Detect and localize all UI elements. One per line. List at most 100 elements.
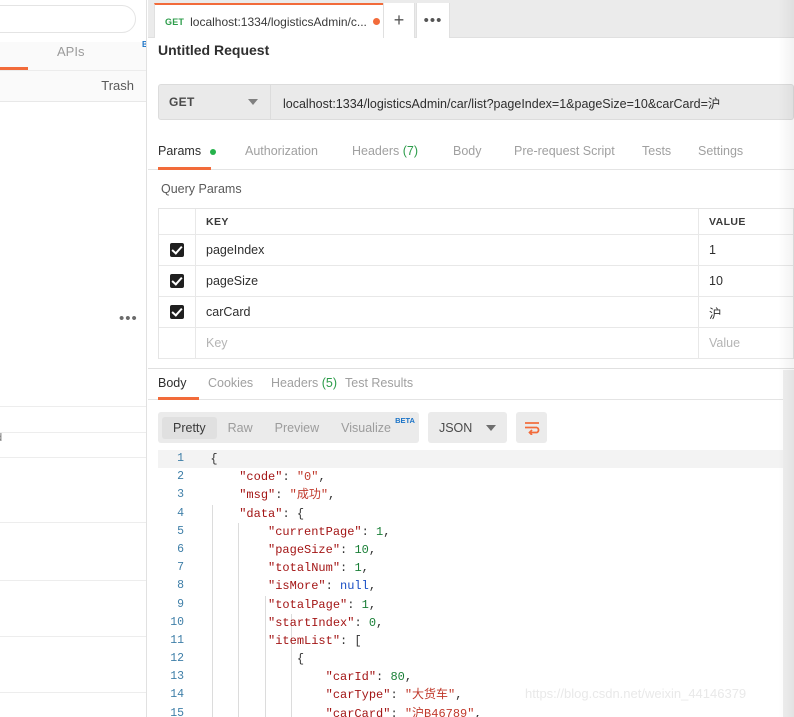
view-mode-visualize[interactable]: Visualize BETA	[330, 416, 415, 439]
json-token-key: "totalNum"	[268, 561, 341, 576]
response-tab-headers[interactable]: Headers (5)	[271, 376, 337, 390]
table-row[interactable]: carCard 沪	[159, 297, 793, 328]
postman-window: s APIs BETA Trash ••• d	[0, 0, 794, 717]
tab-body[interactable]: Body	[453, 144, 482, 158]
response-tab-body[interactable]: Body	[158, 376, 187, 390]
response-tab-test-results[interactable]: Test Results	[345, 376, 413, 390]
sidebar-trash-button[interactable]: Trash	[101, 78, 134, 93]
response-scrollbar-track[interactable]	[783, 370, 794, 717]
json-token-punc: ,	[474, 706, 482, 717]
json-token-key: "carId"	[325, 670, 377, 685]
row-key-cell[interactable]: pageIndex	[195, 235, 699, 265]
json-token-num: 10	[354, 542, 369, 557]
table-row[interactable]: pageIndex 1	[159, 235, 793, 266]
json-token-key: "data"	[239, 506, 283, 521]
json-token-num: 80	[390, 670, 405, 685]
json-token-key: "carType"	[325, 688, 391, 703]
line-number: 13	[170, 670, 184, 684]
tab-params[interactable]: Params	[158, 144, 216, 158]
json-token-punc: ,	[361, 561, 369, 576]
json-token-num: 0	[368, 615, 377, 630]
response-active-tab-indicator	[158, 397, 199, 400]
json-token-key: "totalPage"	[268, 597, 348, 612]
wrap-lines-icon	[524, 421, 540, 435]
row-checkbox-cell[interactable]	[159, 305, 195, 319]
line-number: 3	[177, 488, 184, 502]
tab-prerequest-script[interactable]: Pre-request Script	[514, 144, 615, 158]
json-token-num: 1	[354, 561, 362, 576]
response-format-label: JSON	[438, 420, 473, 435]
json-line-content: "msg": "成功",	[196, 488, 335, 502]
request-tab[interactable]: GET localhost:1334/logisticsAdmin/c...	[154, 3, 389, 38]
json-line: 13 "carId": 80,	[158, 668, 794, 686]
json-token-key: "pageSize"	[268, 542, 341, 557]
url-input[interactable]: localhost:1334/logisticsAdmin/car/list?p…	[271, 84, 794, 120]
json-token-key: "carCard"	[325, 706, 391, 717]
json-token-punc: :	[340, 561, 355, 576]
tab-options-icon[interactable]: •••	[416, 3, 450, 38]
header-value-cell: VALUE	[699, 209, 793, 234]
json-line-content: "totalPage": 1,	[196, 598, 376, 612]
tab-authorization[interactable]: Authorization	[245, 144, 318, 158]
json-line-content: "pageSize": 10,	[196, 543, 376, 557]
json-token-punc: :	[376, 670, 391, 685]
tab-headers[interactable]: Headers (7)	[352, 144, 418, 158]
json-line: 14 "carType": "大货车",	[158, 686, 794, 704]
query-params-heading: Query Params	[161, 182, 242, 196]
row-key-cell[interactable]: pageSize	[195, 266, 699, 296]
column-header-value: VALUE	[709, 215, 746, 228]
json-line-content: "isMore": null,	[196, 579, 376, 593]
row-value-cell[interactable]: 1	[699, 235, 793, 265]
row-value-cell[interactable]: Value	[699, 328, 793, 358]
sidebar-tab-apis[interactable]: APIs BETA	[57, 40, 146, 59]
new-tab-button[interactable]: +	[383, 3, 415, 38]
view-mode-pretty[interactable]: Pretty	[162, 416, 217, 439]
sidebar-subbar: Trash	[0, 70, 146, 102]
response-divider	[148, 368, 794, 369]
row-value-cell[interactable]: 沪	[699, 297, 793, 327]
json-token-punc: :	[282, 470, 297, 485]
checkbox-checked-icon[interactable]	[170, 243, 184, 257]
left-sidebar: s APIs BETA Trash ••• d	[0, 0, 147, 717]
row-value-placeholder: Value	[709, 336, 741, 350]
row-value-cell[interactable]: 10	[699, 266, 793, 296]
line-number: 12	[170, 652, 184, 666]
json-line: 3 "msg": "成功",	[158, 486, 794, 504]
http-method-select[interactable]: GET	[158, 84, 271, 120]
wrap-lines-button[interactable]	[516, 412, 548, 443]
tab-tests[interactable]: Tests	[642, 144, 671, 158]
checkbox-checked-icon[interactable]	[170, 274, 184, 288]
sidebar-collection-list: ••• d	[0, 102, 146, 717]
checkbox-checked-icon[interactable]	[170, 305, 184, 319]
json-line-content: "itemList": [	[196, 634, 362, 648]
row-key-cell[interactable]: Key	[195, 328, 699, 358]
json-token-punc: ,	[455, 688, 463, 703]
json-token-key: "msg"	[239, 488, 276, 503]
json-line-content: "code": "0",	[196, 470, 325, 485]
sidebar-search-input[interactable]	[0, 5, 136, 33]
response-tab-cookies[interactable]: Cookies	[208, 376, 253, 390]
line-number: 1	[177, 452, 184, 465]
line-number: 8	[177, 579, 184, 593]
json-line-content: "carId": 80,	[196, 670, 412, 684]
response-body-viewer[interactable]: 1 {2 "code": "0", 3 "msg": "成功", 4 "data":…	[158, 450, 794, 717]
table-header-row: KEY VALUE	[159, 209, 793, 235]
sidebar-tab-collections[interactable]: s	[0, 44, 1, 59]
row-key-placeholder: Key	[206, 336, 228, 350]
view-mode-preview[interactable]: Preview	[264, 417, 330, 439]
json-token-str: "大货车"	[404, 688, 456, 703]
json-line: 1 {	[158, 450, 794, 469]
table-row[interactable]: pageSize 10	[159, 266, 793, 297]
params-modified-dot-icon	[209, 148, 216, 155]
json-token-punc: {	[296, 652, 305, 667]
table-row-empty[interactable]: Key Value	[159, 328, 793, 359]
json-line-content: {	[196, 452, 217, 466]
view-mode-raw[interactable]: Raw	[217, 417, 264, 439]
tab-settings[interactable]: Settings	[698, 144, 743, 158]
row-key-text: pageIndex	[206, 243, 265, 257]
response-format-select[interactable]: JSON	[427, 412, 508, 443]
row-checkbox-cell[interactable]	[159, 274, 195, 288]
json-token-punc: ,	[368, 579, 377, 594]
row-checkbox-cell[interactable]	[159, 243, 195, 257]
row-key-cell[interactable]: carCard	[195, 297, 699, 327]
